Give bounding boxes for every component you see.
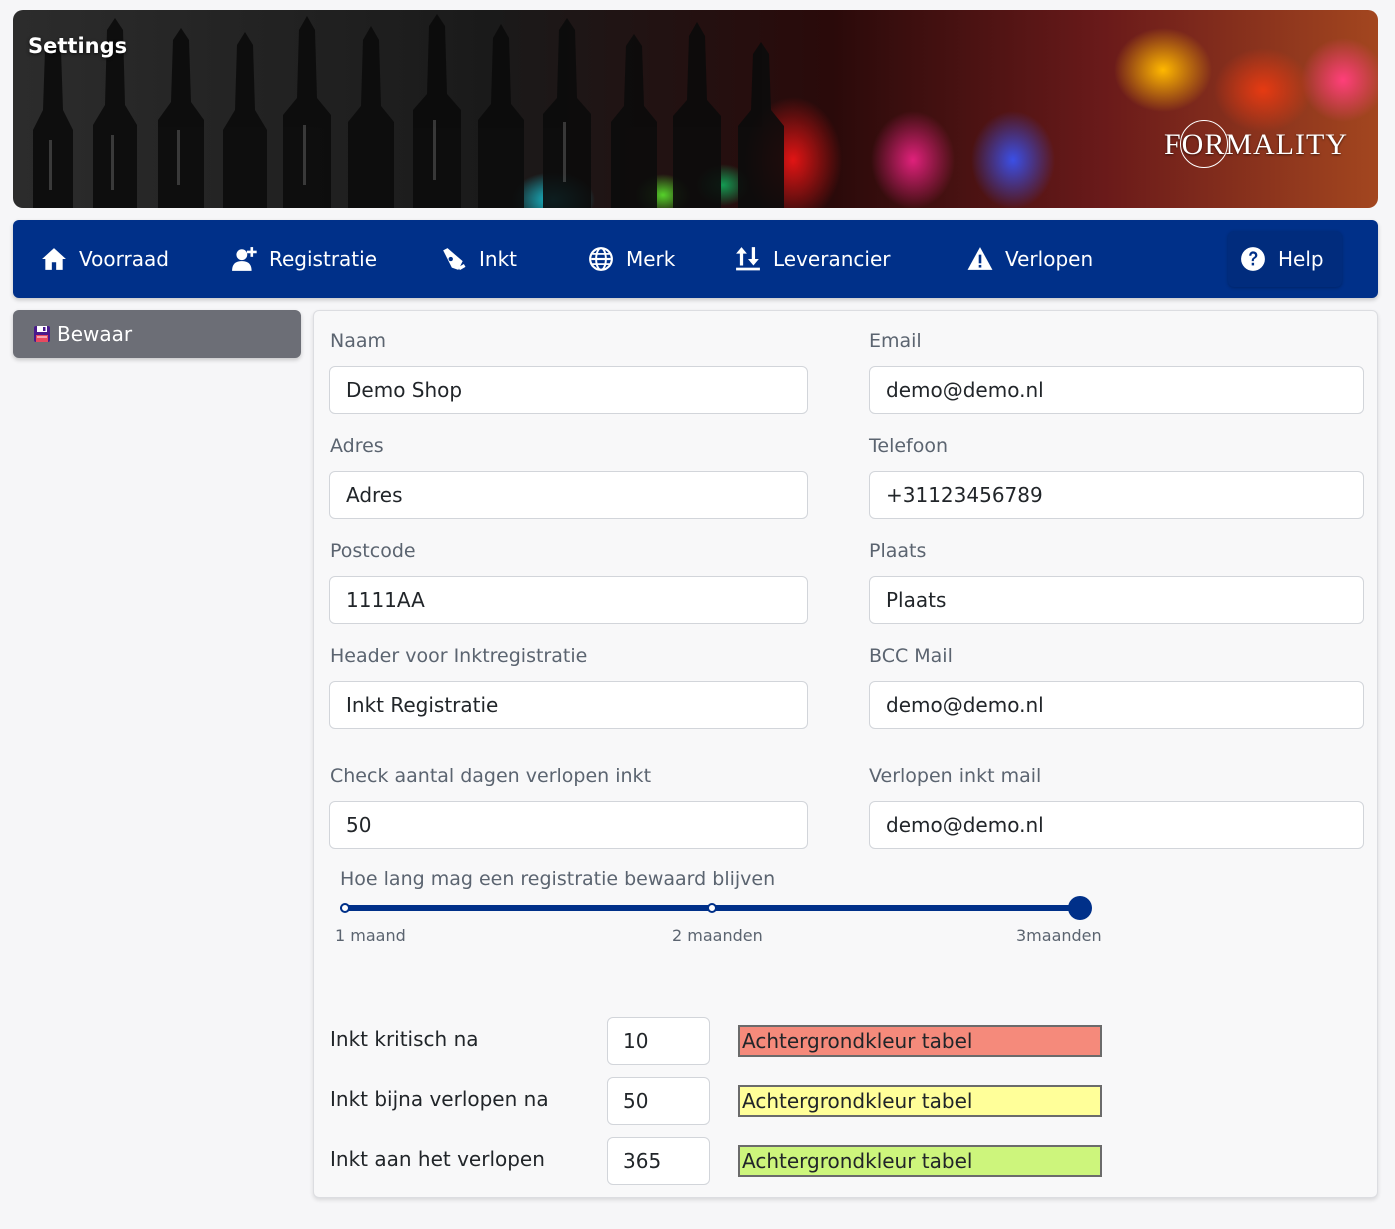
slider-tick-label: 1 maand: [335, 926, 406, 945]
ink-bottles-photo: [33, 14, 784, 208]
plaats-input[interactable]: [869, 576, 1364, 624]
bcc-mail-label: BCC Mail: [869, 645, 953, 667]
header-banner: Settings FORMALITY: [13, 10, 1378, 208]
globe-icon: [589, 247, 613, 271]
brand-logo-ring: [1179, 120, 1228, 168]
header-input[interactable]: [329, 681, 808, 729]
save-button-label: Bewaar: [57, 322, 133, 346]
verlopen-mail-label: Verlopen inkt mail: [869, 765, 1042, 787]
email-label: Email: [869, 330, 922, 352]
floppy-disk-icon: [34, 326, 50, 342]
nav-item-leverancier[interactable]: Leverancier: [735, 220, 890, 298]
naam-input[interactable]: [329, 366, 808, 414]
verlopen-mail-input[interactable]: [869, 801, 1364, 849]
color-picker-bijna-verlopen[interactable]: Achtergrondkleur tabel: [738, 1085, 1102, 1117]
nav-item-verlopen[interactable]: Verlopen: [967, 220, 1093, 298]
retention-slider-label: Hoe lang mag een registratie bewaard bli…: [340, 868, 776, 890]
home-icon: [42, 248, 66, 270]
threshold-input-kritisch[interactable]: [607, 1017, 710, 1065]
nav-item-label: Merk: [626, 247, 676, 271]
warning-icon: [967, 247, 993, 270]
pen-nib-icon: [443, 248, 466, 271]
adres-input[interactable]: [329, 471, 808, 519]
telefoon-label: Telefoon: [869, 435, 949, 457]
slider-step-dot[interactable]: [340, 903, 350, 913]
nav-item-help[interactable]: Help: [1228, 231, 1342, 287]
threshold-input-bijna-verlopen[interactable]: [607, 1077, 710, 1125]
threshold-label-bijna-verlopen: Inkt bijna verlopen na: [330, 1087, 549, 1111]
main-navbar: Voorraad Registratie Inkt Merk Leveranci…: [13, 220, 1378, 298]
nav-item-label: Leverancier: [773, 247, 891, 271]
color-picker-kritisch[interactable]: Achtergrondkleur tabel: [738, 1025, 1102, 1057]
nav-item-label: Inkt: [479, 247, 517, 271]
header-label: Header voor Inktregistratie: [330, 645, 588, 667]
nav-item-label: Help: [1278, 247, 1324, 271]
retention-slider[interactable]: [340, 896, 1092, 920]
nav-item-registratie[interactable]: Registratie: [231, 220, 377, 298]
threshold-label-kritisch: Inkt kritisch na: [330, 1027, 479, 1051]
nav-item-label: Voorraad: [79, 247, 169, 271]
sort-arrows-icon: [736, 247, 760, 271]
email-input[interactable]: [869, 366, 1364, 414]
slider-thumb[interactable]: [1068, 896, 1092, 920]
check-dagen-label: Check aantal dagen verlopen inkt: [330, 765, 652, 787]
nav-item-merk[interactable]: Merk: [588, 220, 675, 298]
telefoon-input[interactable]: [869, 471, 1364, 519]
question-circle-icon: [1241, 247, 1265, 271]
nav-item-inkt[interactable]: Inkt: [441, 220, 517, 298]
nav-item-label: Verlopen: [1005, 247, 1094, 271]
brand-logo: FORMALITY: [1164, 120, 1348, 168]
adres-label: Adres: [330, 435, 384, 457]
save-button[interactable]: Bewaar: [13, 310, 301, 358]
slider-tick-label: 2 maanden: [672, 926, 763, 945]
postcode-input[interactable]: [329, 576, 808, 624]
add-user-icon: [232, 247, 257, 271]
threshold-input-aan-het-verlopen[interactable]: [607, 1137, 710, 1185]
postcode-label: Postcode: [330, 540, 416, 562]
threshold-label-aan-het-verlopen: Inkt aan het verlopen: [330, 1147, 545, 1171]
page-title: Settings: [28, 34, 128, 58]
slider-tick-label: 3maanden: [1016, 926, 1102, 945]
color-picker-aan-het-verlopen[interactable]: Achtergrondkleur tabel: [738, 1145, 1102, 1177]
settings-form-card: Naam Email Adres Telefoon Postcode Plaat…: [313, 310, 1378, 1198]
nav-item-voorraad[interactable]: Voorraad: [41, 220, 169, 298]
naam-label: Naam: [330, 330, 387, 352]
slider-step-dot[interactable]: [707, 903, 717, 913]
bcc-mail-input[interactable]: [869, 681, 1364, 729]
nav-item-label: Registratie: [269, 247, 377, 271]
check-dagen-input[interactable]: [329, 801, 808, 849]
plaats-label: Plaats: [869, 540, 927, 562]
